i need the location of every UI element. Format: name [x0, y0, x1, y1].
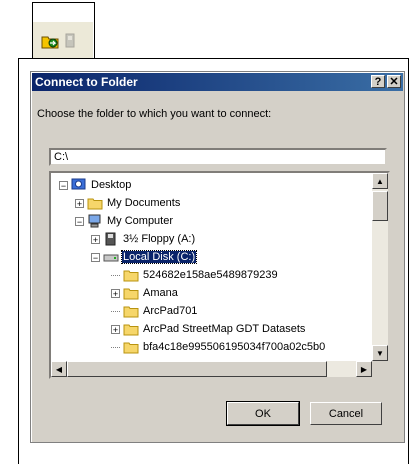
- scroll-right-button[interactable]: ▶: [356, 361, 372, 377]
- tree-node[interactable]: 524682e158ae5489879239: [111, 266, 279, 284]
- tree-node[interactable]: +3½ Floppy (A:): [91, 230, 196, 248]
- folder-icon: [123, 286, 139, 300]
- expand-icon[interactable]: +: [75, 198, 84, 208]
- folder-icon: [123, 268, 139, 282]
- tree-line: [111, 306, 120, 312]
- toolbar: [33, 22, 93, 58]
- tree-node-label: My Documents: [107, 197, 181, 209]
- tree-node-label: Amana: [143, 287, 178, 299]
- tree-node-label: ArcPad StreetMap GDT Datasets: [143, 323, 306, 335]
- scroll-left-button[interactable]: ◀: [51, 361, 67, 377]
- tree-node-label: My Computer: [107, 215, 174, 227]
- folder-icon: [123, 304, 139, 318]
- tree-node-label: 3½ Floppy (A:): [123, 233, 196, 245]
- horizontal-scroll-thumb[interactable]: [67, 361, 327, 377]
- tree-node[interactable]: bfa4c18e995506195034f700a02c5b0: [111, 338, 326, 356]
- connect-folder-icon: [41, 36, 59, 49]
- disconnect-icon: [65, 33, 75, 48]
- vertical-scroll-thumb[interactable]: [372, 191, 388, 221]
- tree-viewport: − Desktop + My Documents − My Computer +3½ Flo…: [51, 173, 372, 361]
- connect-folder-button[interactable]: [41, 32, 59, 50]
- tree-node[interactable]: − My Computer: [75, 212, 174, 230]
- floppy-icon: [103, 232, 119, 246]
- horizontal-scrollbar[interactable]: ◀ ▶: [51, 361, 372, 377]
- scrollbar-corner: [372, 361, 388, 377]
- close-button[interactable]: ✕: [387, 75, 401, 88]
- expand-icon[interactable]: +: [91, 234, 100, 244]
- collapse-icon[interactable]: −: [59, 180, 68, 190]
- tree-node[interactable]: + ArcPad StreetMap GDT Datasets: [111, 320, 306, 338]
- tree-node-label: bfa4c18e995506195034f700a02c5b0: [143, 341, 326, 353]
- connect-to-folder-dialog: Connect to Folder ? ✕ Choose the folder …: [30, 71, 405, 443]
- cancel-button[interactable]: Cancel: [310, 402, 382, 425]
- tree-node[interactable]: + Amana: [111, 284, 179, 302]
- tree-node-label: Local Disk (C:): [120, 250, 198, 264]
- help-button[interactable]: ?: [371, 75, 385, 88]
- dialog-title: Connect to Folder: [35, 75, 138, 89]
- tree-node[interactable]: + My Documents: [75, 194, 181, 212]
- folder-icon: [123, 322, 139, 336]
- tree-node[interactable]: − Desktop: [59, 176, 132, 194]
- tree-node-label: Desktop: [91, 179, 132, 191]
- ok-button[interactable]: OK: [226, 401, 300, 426]
- tree-node-label: 524682e158ae5489879239: [143, 269, 278, 281]
- scroll-down-button[interactable]: ▼: [372, 345, 388, 361]
- desktop-icon: [71, 178, 87, 192]
- disconnect-button[interactable]: [61, 32, 79, 50]
- frame-line: [32, 2, 94, 3]
- tree-node[interactable]: ArcPad701: [111, 302, 198, 320]
- tree-line: [111, 342, 120, 348]
- prompt-text: Choose the folder to which you want to c…: [37, 108, 272, 120]
- scroll-up-button[interactable]: ▲: [372, 173, 388, 189]
- vertical-scrollbar[interactable]: ▲ ▼: [372, 173, 388, 361]
- folder-path-input[interactable]: [49, 148, 387, 166]
- folder-icon: [87, 196, 103, 210]
- collapse-icon[interactable]: −: [91, 252, 100, 262]
- expand-icon[interactable]: +: [111, 324, 120, 334]
- folder-icon: [123, 340, 139, 354]
- tree-node-label: ArcPad701: [143, 305, 198, 317]
- drive-icon: [103, 250, 119, 264]
- help-icon: ?: [374, 75, 382, 88]
- close-icon: ✕: [389, 76, 399, 88]
- dialog-titlebar[interactable]: Connect to Folder ? ✕: [32, 73, 403, 91]
- collapse-icon[interactable]: −: [75, 216, 84, 226]
- folder-tree[interactable]: − Desktop + My Documents − My Computer +3½ Flo…: [49, 171, 390, 379]
- computer-icon: [87, 214, 103, 228]
- expand-icon[interactable]: +: [111, 288, 120, 298]
- tree-line: [111, 270, 120, 276]
- tree-node[interactable]: − Local Disk (C:): [91, 248, 198, 266]
- frame-line: [94, 2, 95, 58]
